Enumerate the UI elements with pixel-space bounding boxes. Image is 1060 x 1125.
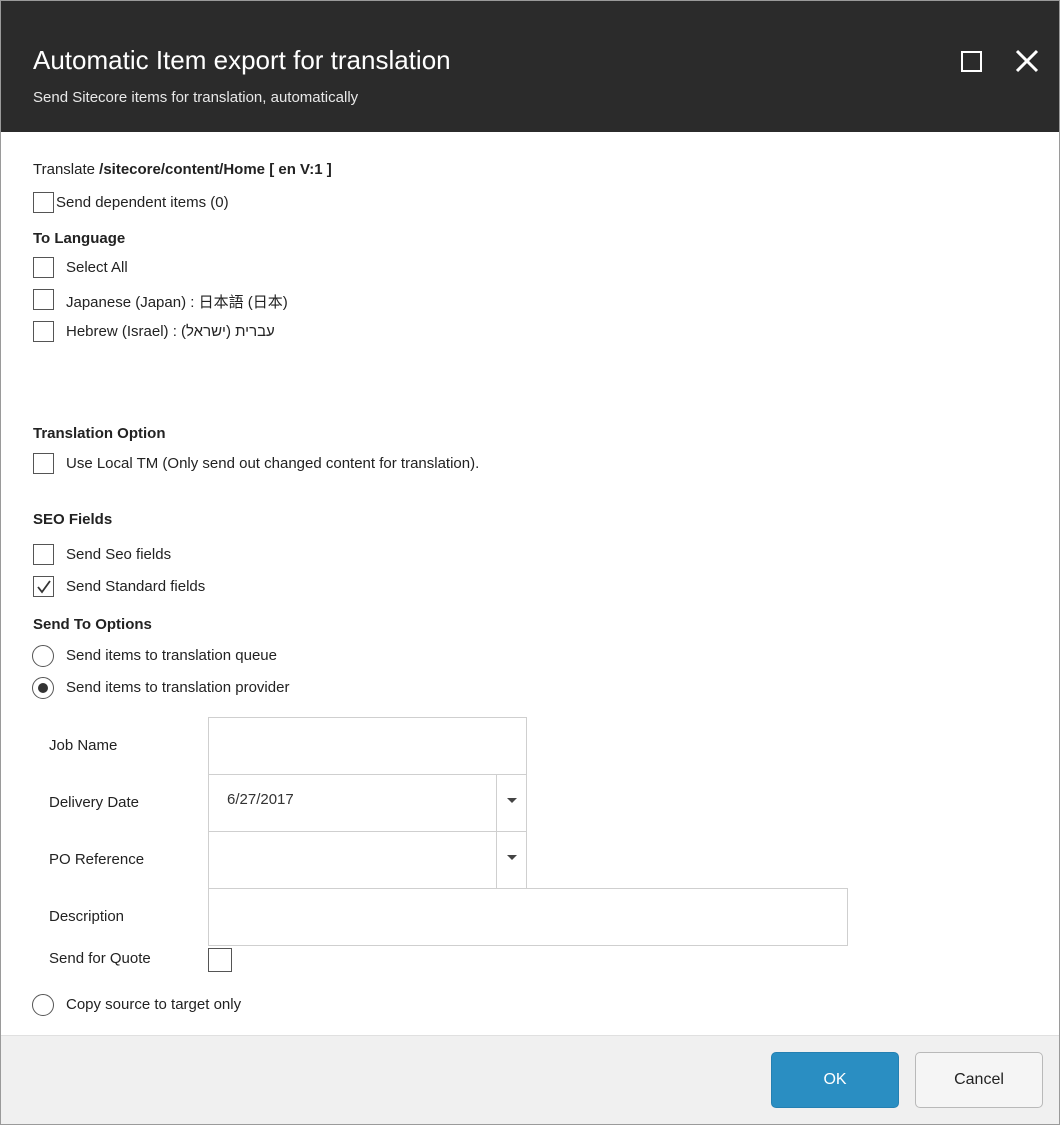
description-label: Description — [49, 908, 125, 925]
hebrew-checkbox[interactable] — [33, 321, 54, 342]
select-all-checkbox[interactable] — [33, 257, 54, 278]
select-all-label: Select All — [66, 259, 128, 276]
local-tm-label: Use Local TM (Only send out changed cont… — [66, 455, 480, 472]
po-reference-dropdown-button[interactable] — [496, 832, 526, 888]
ok-button[interactable]: OK — [771, 1052, 899, 1108]
translate-prefix: Translate — [33, 161, 95, 178]
job-name-field[interactable] — [208, 717, 527, 775]
chevron-down-icon — [507, 855, 517, 860]
send-to-queue-radio[interactable] — [32, 645, 54, 667]
close-icon — [1015, 49, 1039, 73]
to-language-heading: To Language — [33, 230, 126, 247]
send-dependent-checkbox[interactable] — [33, 192, 54, 213]
description-field[interactable] — [208, 888, 848, 946]
translation-option-heading: Translation Option — [33, 425, 166, 442]
description-input[interactable] — [209, 889, 847, 945]
translate-line: Translate /sitecore/content/Home [ en V:… — [33, 161, 332, 178]
send-standard-fields-label: Send Standard fields — [66, 578, 206, 595]
copy-source-label: Copy source to target only — [66, 996, 242, 1013]
po-reference-label: PO Reference — [49, 851, 145, 868]
send-for-quote-label: Send for Quote — [49, 950, 151, 967]
delivery-date-combo[interactable]: 6/27/2017 — [208, 774, 527, 832]
send-seo-fields-label: Send Seo fields — [66, 546, 172, 563]
dialog-title: Automatic Item export for translation — [33, 45, 451, 75]
hebrew-label: Hebrew (Israel) : עברית (ישראל) — [66, 323, 275, 340]
japanese-checkbox[interactable] — [33, 289, 54, 310]
send-to-options-heading: Send To Options — [33, 616, 152, 633]
send-for-quote-checkbox[interactable] — [208, 948, 232, 972]
send-standard-fields-checkbox[interactable] — [33, 576, 54, 597]
send-seo-fields-checkbox[interactable] — [33, 544, 54, 565]
export-dialog: Automatic Item export for translation Se… — [0, 0, 1060, 1125]
close-button[interactable] — [1009, 43, 1045, 79]
maximize-icon — [960, 50, 982, 72]
send-to-provider-radio[interactable] — [32, 677, 54, 699]
delivery-date-label: Delivery Date — [49, 794, 140, 811]
dialog-footer: OK Cancel — [1, 1035, 1059, 1124]
japanese-label: Japanese (Japan) : 日本語 (日本) — [66, 294, 288, 311]
job-name-input[interactable] — [209, 718, 526, 774]
cancel-button[interactable]: Cancel — [915, 1052, 1043, 1108]
dialog-subtitle: Send Sitecore items for translation, aut… — [33, 89, 359, 106]
job-name-label: Job Name — [49, 737, 118, 754]
dialog-header: Automatic Item export for translation Se… — [1, 1, 1059, 132]
delivery-date-dropdown-button[interactable] — [496, 775, 526, 831]
copy-source-radio[interactable] — [32, 994, 54, 1016]
po-reference-combo[interactable] — [208, 831, 527, 889]
send-to-provider-label: Send items to translation provider — [66, 679, 290, 696]
radio-selected-dot — [38, 683, 48, 693]
send-dependent-label: Send dependent items (0) — [56, 194, 229, 211]
delivery-date-value: 6/27/2017 — [227, 791, 294, 808]
seo-fields-heading: SEO Fields — [33, 511, 113, 528]
maximize-button[interactable] — [953, 43, 989, 79]
chevron-down-icon — [507, 798, 517, 803]
checkmark-icon — [37, 580, 51, 594]
translate-path: /sitecore/content/Home [ en V:1 ] — [99, 161, 332, 178]
local-tm-checkbox[interactable] — [33, 453, 54, 474]
send-to-queue-label: Send items to translation queue — [66, 647, 277, 664]
